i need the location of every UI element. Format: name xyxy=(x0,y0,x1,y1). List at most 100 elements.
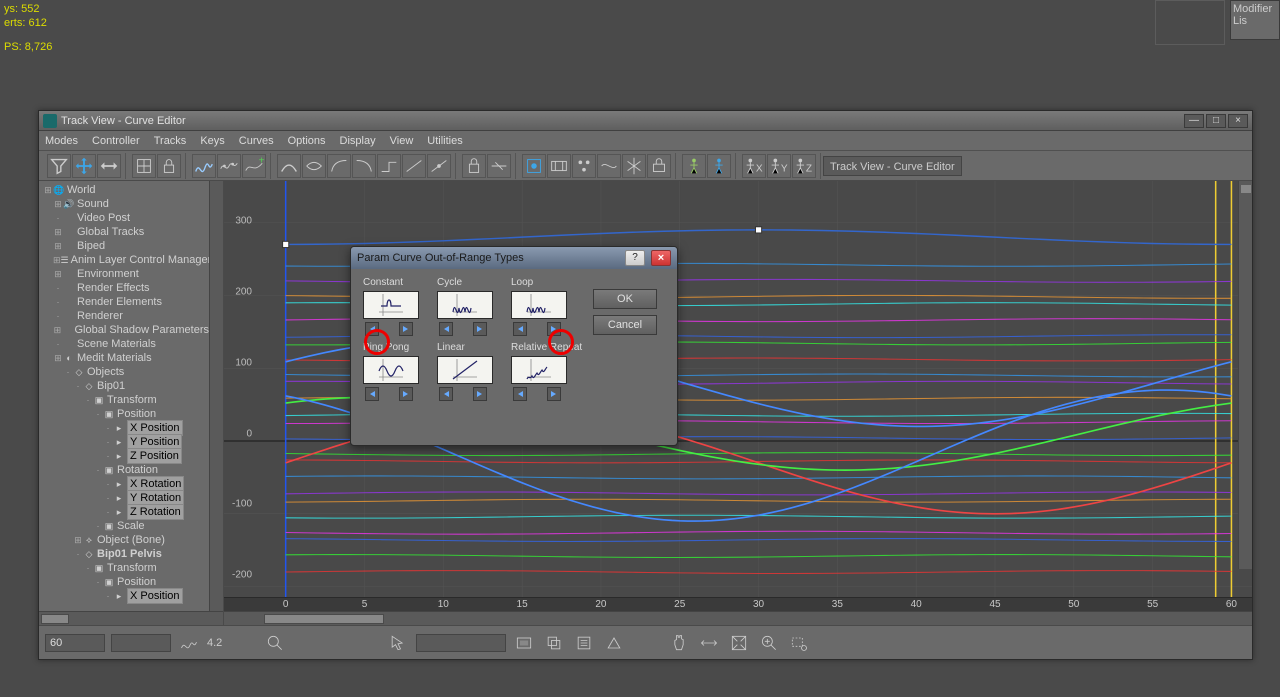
pan-icon[interactable] xyxy=(667,631,691,655)
tree-item[interactable]: ·Video Post xyxy=(39,211,209,225)
ort-in-button[interactable] xyxy=(513,322,527,336)
tree-item[interactable]: ·▣Position xyxy=(39,407,209,421)
filter-y-button[interactable]: Y xyxy=(767,154,791,178)
key-stats-icon[interactable] xyxy=(177,631,201,655)
zoom-region-icon[interactable] xyxy=(263,631,287,655)
expand-icon[interactable]: ⊞ xyxy=(53,197,63,211)
frame-field[interactable]: 60 xyxy=(45,634,105,652)
tree-item[interactable]: ⊞Environment xyxy=(39,267,209,281)
snap-frames-button[interactable] xyxy=(132,154,156,178)
modifier-list-panel[interactable]: Modifier Lis xyxy=(1230,0,1280,40)
selection-mode-icon[interactable] xyxy=(386,631,410,655)
tangent-auto-button[interactable] xyxy=(277,154,301,178)
minimize-button[interactable]: — xyxy=(1184,114,1204,128)
ort-out-button[interactable] xyxy=(473,322,487,336)
ort-preview[interactable] xyxy=(437,291,493,319)
tree-item[interactable]: ·◇Bip01 xyxy=(39,379,209,393)
ort-in-button[interactable] xyxy=(439,387,453,401)
ort-out-button[interactable] xyxy=(399,322,413,336)
show-selected-icon[interactable] xyxy=(512,631,536,655)
tree-item[interactable]: ⊞🌐World xyxy=(39,183,209,197)
slide-keys-button[interactable] xyxy=(97,154,121,178)
value-field[interactable] xyxy=(111,634,171,652)
tree-item[interactable]: ·▣Rotation xyxy=(39,463,209,477)
tree-item[interactable]: ·▣Scale xyxy=(39,519,209,533)
stack-icon[interactable] xyxy=(542,631,566,655)
ort-out-button[interactable] xyxy=(473,387,487,401)
ort-preview[interactable] xyxy=(511,356,567,384)
add-keys-button[interactable]: + xyxy=(242,154,266,178)
tree-item[interactable]: ⊞🔊Sound xyxy=(39,197,209,211)
ort-preview[interactable] xyxy=(363,356,419,384)
ort-in-button[interactable] xyxy=(365,322,379,336)
zoom-icon[interactable] xyxy=(757,631,781,655)
tree-item[interactable]: ·◇Bip01 Pelvis xyxy=(39,547,209,561)
tree-item[interactable]: ·▸Y Rotation xyxy=(39,491,209,505)
tree-item[interactable]: ⊞⟡Object (Bone) xyxy=(39,533,209,547)
show-all-tangents-button[interactable] xyxy=(572,154,596,178)
ort-preview[interactable] xyxy=(437,356,493,384)
reduce-keys-button[interactable] xyxy=(217,154,241,178)
menu-options[interactable]: Options xyxy=(288,135,326,147)
biped-select-button[interactable] xyxy=(682,154,706,178)
filter-button[interactable] xyxy=(47,154,71,178)
menu-utilities[interactable]: Utilities xyxy=(427,135,462,147)
x-axis-ruler[interactable]: 051015202530354045505560 xyxy=(224,597,1252,611)
zoom-extents-icon[interactable] xyxy=(727,631,751,655)
biped-pose-button[interactable] xyxy=(707,154,731,178)
graph-vscrollbar[interactable] xyxy=(1238,181,1252,569)
zoom-region-icon-2[interactable] xyxy=(787,631,811,655)
tangent-fast-button[interactable] xyxy=(327,154,351,178)
tree-item[interactable]: ·Render Elements xyxy=(39,295,209,309)
menu-tracks[interactable]: Tracks xyxy=(154,135,187,147)
draw-curves-button[interactable] xyxy=(192,154,216,178)
tree-item[interactable]: ·Scene Materials xyxy=(39,337,209,351)
tree-item[interactable]: ⊞◐Medit Materials xyxy=(39,351,209,365)
tree-item[interactable]: ·▸X Position xyxy=(39,589,209,603)
tree-item[interactable]: ·Renderer xyxy=(39,309,209,323)
isolate-curve-button[interactable] xyxy=(597,154,621,178)
move-keys-button[interactable] xyxy=(72,154,96,178)
tree-hscrollbar[interactable] xyxy=(39,611,223,625)
expand-icon[interactable]: ⊞ xyxy=(53,239,63,253)
tree-item[interactable]: ⊞Biped xyxy=(39,239,209,253)
filter-z-button[interactable]: Z xyxy=(792,154,816,178)
dialog-close-button[interactable]: × xyxy=(651,250,671,266)
expand-icon[interactable]: ⊞ xyxy=(53,351,63,365)
tree-item[interactable]: ⊞Global Shadow Parameters xyxy=(39,323,209,337)
region-zoom-button[interactable] xyxy=(547,154,571,178)
ort-out-button[interactable] xyxy=(547,322,561,336)
lock-tangents-button[interactable] xyxy=(462,154,486,178)
expand-icon[interactable]: ⊞ xyxy=(53,253,61,267)
tree-item[interactable]: ·▣Transform xyxy=(39,393,209,407)
menu-view[interactable]: View xyxy=(390,135,414,147)
hide-curves-button[interactable] xyxy=(647,154,671,178)
ort-preview[interactable] xyxy=(511,291,567,319)
tangent-custom-button[interactable] xyxy=(427,154,451,178)
menu-controller[interactable]: Controller xyxy=(92,135,140,147)
ort-out-button[interactable] xyxy=(399,387,413,401)
menu-display[interactable]: Display xyxy=(340,135,376,147)
tree-item[interactable]: ·▸Y Position xyxy=(39,435,209,449)
expand-icon[interactable]: ⊞ xyxy=(43,183,53,197)
tree-item[interactable]: ·▣Position xyxy=(39,575,209,589)
track-tree[interactable]: ⊞🌐World⊞🔊Sound·Video Post⊞Global Tracks⊞… xyxy=(39,181,209,605)
ort-out-button[interactable] xyxy=(547,387,561,401)
close-button[interactable]: × xyxy=(1228,114,1248,128)
maximize-button[interactable]: □ xyxy=(1206,114,1226,128)
track-view-titlebar[interactable]: Track View - Curve Editor — □ × xyxy=(39,111,1252,131)
show-keyable-button[interactable] xyxy=(522,154,546,178)
expand-icon[interactable]: ⊞ xyxy=(73,533,83,547)
properties-icon[interactable] xyxy=(572,631,596,655)
toolbar-name-field[interactable]: Track View - Curve Editor xyxy=(823,156,962,176)
tree-item[interactable]: ·▣Transform xyxy=(39,561,209,575)
lock-selection-button[interactable] xyxy=(157,154,181,178)
zoom-horiz-icon[interactable] xyxy=(697,631,721,655)
tree-item[interactable]: ·▸X Position xyxy=(39,421,209,435)
track-view-pick-icon[interactable] xyxy=(602,631,626,655)
tangent-slow-button[interactable] xyxy=(352,154,376,178)
tree-item[interactable]: ·Render Effects xyxy=(39,281,209,295)
menu-modes[interactable]: Modes xyxy=(45,135,78,147)
freeze-non-selected-button[interactable] xyxy=(622,154,646,178)
tangent-step-button[interactable] xyxy=(377,154,401,178)
